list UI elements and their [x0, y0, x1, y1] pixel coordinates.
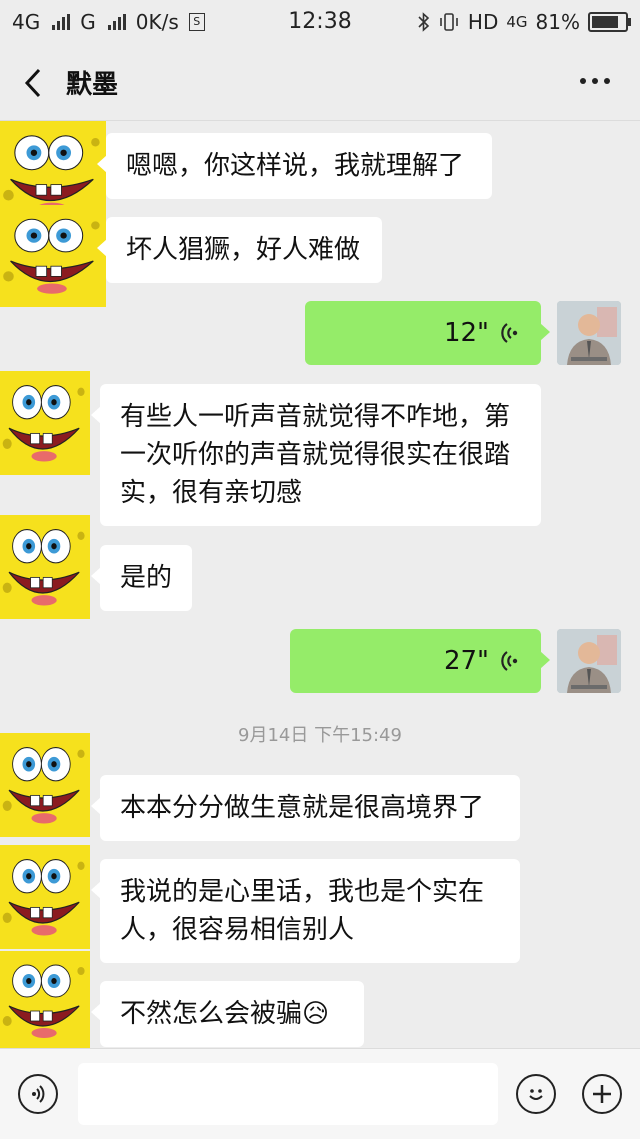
voice-mode-icon	[32, 1085, 45, 1103]
voice-mode-button[interactable]	[18, 1074, 58, 1114]
battery-percent: 81%	[535, 10, 580, 34]
status-bar: 4G G 0K/s S 12:38 HD 4G 81%	[0, 0, 640, 44]
text-message-bubble[interactable]: 有些人一听声音就觉得不咋地，第 一次听你的声音就觉得很实在很踏 实，很有亲切感	[91, 384, 541, 526]
my-avatar[interactable]	[557, 301, 621, 365]
message-text: 我说的是心里话，我也是个实在	[120, 877, 485, 907]
input-bar	[0, 1048, 640, 1139]
message-timestamp: 9月14日 下午15:49	[238, 725, 402, 746]
message-text: 嗯嗯，你这样说，我就理解了	[126, 151, 465, 181]
emoji-icon	[529, 1089, 543, 1100]
chat-title: 默墨	[66, 70, 119, 100]
plus-icon	[593, 1085, 611, 1103]
message-text: 实，很有亲切感	[120, 478, 303, 508]
my-avatar[interactable]	[557, 629, 621, 693]
message-text: 一次听你的声音就觉得很实在很踏	[120, 440, 511, 470]
bluetooth-icon	[418, 12, 430, 32]
voice-wave-icon	[501, 651, 518, 671]
contact-avatar[interactable]	[0, 733, 90, 837]
chat-header: 默墨	[0, 44, 640, 121]
text-message-bubble[interactable]: 是的	[91, 545, 192, 611]
message-text: 不然怎么会被骗😥	[120, 999, 330, 1029]
back-button[interactable]	[22, 66, 44, 100]
text-message-bubble[interactable]: 坏人猖獗，好人难做	[97, 217, 382, 283]
message-text: 坏人猖獗，好人难做	[126, 235, 361, 265]
message-text: 是的	[120, 563, 173, 593]
crying-emoji-icon: 😥	[302, 999, 330, 1029]
voice-duration: 12"	[443, 318, 489, 348]
hd-label: HD	[467, 10, 499, 34]
message-list[interactable]: 嗯嗯，你这样说，我就理解了 坏人猖獗，好人难做 12" 有些人一听声音就觉得不咋地，第…	[0, 121, 640, 1048]
text-message-bubble[interactable]: 嗯嗯，你这样说，我就理解了	[97, 133, 492, 199]
contact-avatar[interactable]	[0, 205, 106, 307]
vibrate-icon	[440, 13, 458, 31]
plus-button[interactable]	[582, 1074, 622, 1114]
battery-icon	[588, 12, 631, 32]
message-text: 有些人一听声音就觉得不咋地，第	[120, 402, 511, 432]
message-text: 本本分分做生意就是很高境界了	[120, 793, 485, 823]
contact-avatar[interactable]	[0, 951, 90, 1048]
message-text: 人，很容易相信别人	[120, 915, 355, 945]
text-message-bubble[interactable]: 不然怎么会被骗😥	[91, 981, 364, 1047]
more-dots-icon[interactable]	[580, 78, 610, 84]
voice-duration: 27"	[443, 646, 489, 676]
network-type: 4G	[506, 13, 528, 31]
contact-avatar[interactable]	[0, 515, 90, 619]
text-message-bubble[interactable]: 我说的是心里话，我也是个实在 人，很容易相信别人	[91, 859, 520, 963]
text-message-bubble[interactable]: 本本分分做生意就是很高境界了	[91, 775, 520, 841]
emoji-button[interactable]	[516, 1074, 556, 1114]
voice-message-bubble[interactable]: 27"	[290, 629, 550, 693]
voice-wave-icon	[501, 323, 518, 343]
contact-avatar[interactable]	[0, 371, 90, 475]
voice-message-bubble[interactable]: 12"	[305, 301, 550, 365]
contact-avatar[interactable]	[0, 845, 90, 949]
message-input[interactable]	[78, 1063, 498, 1125]
